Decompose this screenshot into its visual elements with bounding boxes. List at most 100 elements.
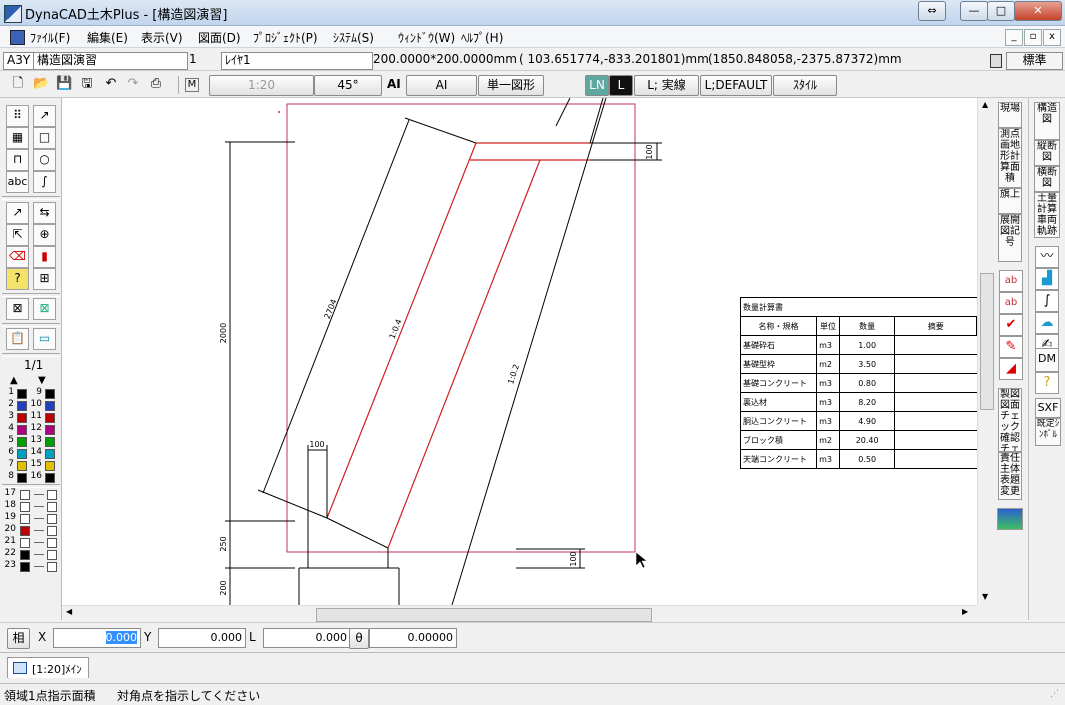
relative-mode-button[interactable]: 相 <box>7 628 30 649</box>
move-tool[interactable]: ⇱ <box>6 224 29 246</box>
scroll-up-arrow-icon[interactable]: ▲ <box>982 100 988 109</box>
vertical-scroll-thumb[interactable] <box>980 273 994 410</box>
drawing-canvas[interactable]: 100 2704 2000 1:0.4 1:0.2 100 250 200 10… <box>62 98 977 605</box>
shape-icon[interactable]: ▟ <box>1035 268 1059 290</box>
layer-color-swatch[interactable] <box>20 562 30 572</box>
horizontal-scrollbar[interactable]: ◀ ▶ <box>62 605 977 622</box>
layer-color-swatch[interactable] <box>20 550 30 560</box>
circle-tool[interactable]: ○ <box>33 149 56 171</box>
menu-edit[interactable]: 編集(E) <box>87 29 128 46</box>
layer-color-swatch[interactable] <box>20 514 30 524</box>
mdi-restore-button[interactable]: ▫ <box>1024 29 1042 46</box>
lock-icon[interactable] <box>990 54 1002 68</box>
close-button[interactable]: ✕ <box>1014 1 1062 21</box>
menu-system[interactable]: ｼｽﾃﾑ(S) <box>333 29 374 46</box>
scroll-up-icon[interactable]: ▲ <box>10 375 18 386</box>
line-type-button[interactable]: L; 実線 <box>634 75 699 96</box>
single-shape-button[interactable]: 単一図形 <box>478 75 544 96</box>
color-swatch[interactable] <box>45 413 55 423</box>
cross-section-button[interactable]: 横断図 <box>1034 166 1060 192</box>
menu-file[interactable]: ﾌｧｲﾙ(F) <box>30 29 70 46</box>
print-icon[interactable]: ⎙ <box>148 76 164 92</box>
mode-field[interactable]: 標準 <box>1006 52 1063 70</box>
color-swatch[interactable] <box>17 473 27 483</box>
angle-button[interactable]: 45° <box>314 75 382 96</box>
triangle-icon[interactable]: ◢ <box>999 358 1023 380</box>
color-swatch[interactable] <box>45 473 55 483</box>
layer-visibility-checkbox[interactable] <box>47 562 57 572</box>
menu-project[interactable]: ﾌﾟﾛｼﾞｪｸﾄ(P) <box>253 29 318 46</box>
color-swatch[interactable] <box>45 437 55 447</box>
restore-arrows-button[interactable]: ⇔ <box>918 1 946 21</box>
curve-tool[interactable]: ∫ <box>33 171 56 193</box>
angle-theta-button[interactable]: θ <box>349 628 369 649</box>
structure-drawing-button[interactable]: 構造図 <box>1034 102 1060 140</box>
open-folder-icon[interactable]: 📂 <box>33 76 49 92</box>
text-tool[interactable]: abc <box>6 171 29 193</box>
color-swatch[interactable] <box>45 389 55 399</box>
color-swatch[interactable] <box>17 401 27 411</box>
layer-visibility-checkbox[interactable] <box>47 514 57 524</box>
clipboard-tool[interactable]: 📋 <box>6 328 29 350</box>
abc-bold-icon[interactable]: ab <box>999 292 1023 314</box>
minimize-button[interactable]: — <box>960 1 988 21</box>
query-tool[interactable]: ? <box>6 268 29 290</box>
angle-input[interactable]: 0.00000 <box>369 628 457 648</box>
drawing-name-field[interactable]: 構造図演習 <box>33 52 188 70</box>
mirror-tool[interactable]: ⇆ <box>33 202 56 224</box>
layer-visibility-checkbox[interactable] <box>47 490 57 500</box>
vertical-scrollbar[interactable]: ▲ ▼ <box>977 98 994 605</box>
grid-point-tool[interactable]: ⠿ <box>6 105 29 127</box>
polyline-tool[interactable]: ↗ <box>33 105 56 127</box>
earthwork-vehicle-button[interactable]: 土量計算車両軌跡 <box>1034 192 1060 238</box>
tab-main[interactable]: [1:20]ﾒｲﾝ <box>7 657 89 678</box>
ai-button[interactable]: AI <box>406 75 477 96</box>
save-icon[interactable]: 💾 <box>56 76 72 92</box>
check-mark-icon[interactable]: ✔ <box>999 314 1023 336</box>
scroll-right-arrow-icon[interactable]: ▶ <box>962 607 968 616</box>
color-swatch[interactable] <box>45 449 55 459</box>
ln-toggle[interactable]: LN <box>585 75 609 96</box>
color-swatch[interactable] <box>17 449 27 459</box>
help-icon[interactable]: ? <box>1035 372 1059 394</box>
edit-tool[interactable]: ↗ <box>6 202 29 224</box>
dimension-tool[interactable]: ⊓ <box>6 149 29 171</box>
length-input[interactable]: 0.000 <box>263 628 351 648</box>
layer-name-field[interactable]: ﾚｲﾔ1 <box>221 52 373 70</box>
longitudinal-section-button[interactable]: 縦断図 <box>1034 140 1060 166</box>
y-input[interactable]: 0.000 <box>158 628 246 648</box>
menu-window[interactable]: ｳｨﾝﾄﾞｳ(W) <box>398 29 455 46</box>
sxf-button[interactable]: SXF <box>1035 398 1061 418</box>
measure-tool[interactable]: ⊞ <box>33 268 56 290</box>
document-icon[interactable] <box>10 30 25 45</box>
site-button[interactable]: 現場 <box>998 102 1022 128</box>
color-swatch[interactable] <box>45 461 55 471</box>
layer-color-swatch[interactable] <box>20 538 30 548</box>
layer-visibility-checkbox[interactable] <box>47 550 57 560</box>
mdi-minimize-button[interactable]: _ <box>1005 29 1023 46</box>
dm-button[interactable]: DM <box>1035 348 1059 372</box>
layer-tool[interactable]: ⊠ <box>6 298 29 320</box>
resize-grip-icon[interactable]: ⋰ <box>1050 689 1059 699</box>
color-swatch[interactable] <box>17 437 27 447</box>
layer-visibility-checkbox[interactable] <box>47 538 57 548</box>
save-as-icon[interactable]: 🖫 <box>79 76 95 92</box>
layer-color-swatch[interactable] <box>20 490 30 500</box>
flag-button[interactable]: 旗上 <box>998 188 1022 214</box>
menu-help[interactable]: ﾍﾙﾌﾟ(H) <box>461 29 503 46</box>
drawing-check-button[interactable]: 製図図面チェック確認チェック <box>998 388 1022 452</box>
color-swatch[interactable] <box>17 413 27 423</box>
x-input[interactable]: 0.000 <box>53 628 141 648</box>
color-swatch[interactable] <box>45 401 55 411</box>
color-swatch[interactable] <box>17 425 27 435</box>
memo-icon[interactable]: M <box>185 78 199 92</box>
monitor-tool[interactable]: ▭ <box>33 328 56 350</box>
menu-drawing[interactable]: 図面(D) <box>198 29 241 46</box>
profile-line-icon[interactable]: 〰 <box>1035 246 1059 268</box>
new-file-icon[interactable]: 🗋 <box>10 76 26 92</box>
l-toggle[interactable]: L <box>609 75 633 96</box>
scroll-left-arrow-icon[interactable]: ◀ <box>66 607 72 616</box>
mdi-close-button[interactable]: x <box>1043 29 1061 46</box>
line-default-button[interactable]: L;DEFAULT <box>700 75 772 96</box>
redo-icon[interactable]: ↷ <box>125 76 141 92</box>
